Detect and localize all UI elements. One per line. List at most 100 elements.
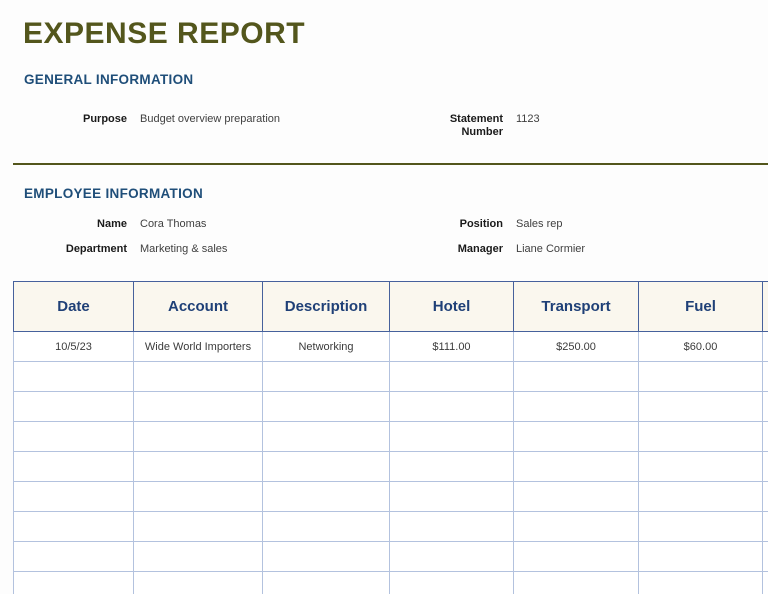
- empty-cell[interactable]: [134, 572, 263, 594]
- empty-cell[interactable]: [134, 392, 263, 422]
- empty-cell[interactable]: [514, 482, 639, 512]
- column-header-date[interactable]: Date: [14, 282, 134, 332]
- empty-cell[interactable]: [390, 362, 514, 392]
- column-header-account[interactable]: Account: [134, 282, 263, 332]
- general-information-section: GENERAL INFORMATION Purpose Budget overv…: [13, 72, 768, 139]
- empty-cell[interactable]: [639, 482, 763, 512]
- empty-cell[interactable]: [390, 452, 514, 482]
- empty-cell[interactable]: [639, 512, 763, 542]
- empty-cell[interactable]: [14, 512, 134, 542]
- name-label: Name: [13, 218, 127, 231]
- empty-cell[interactable]: [514, 512, 639, 542]
- position-value[interactable]: Sales rep: [516, 218, 768, 231]
- empty-cell[interactable]: [514, 542, 639, 572]
- expense-row: 10/5/23 Wide World Importers Networking …: [14, 332, 768, 362]
- page-title: EXPENSE REPORT: [23, 17, 768, 51]
- empty-cell[interactable]: [14, 422, 134, 452]
- empty-cell[interactable]: [763, 452, 768, 482]
- empty-cell[interactable]: [763, 542, 768, 572]
- empty-cell[interactable]: [134, 542, 263, 572]
- empty-cell[interactable]: [763, 512, 768, 542]
- empty-cell[interactable]: [134, 362, 263, 392]
- empty-cell[interactable]: [763, 392, 768, 422]
- empty-cell[interactable]: [390, 572, 514, 594]
- expense-table-body: 10/5/23 Wide World Importers Networking …: [14, 332, 768, 594]
- employee-info-fields: Name Cora Thomas Position Sales rep Depa…: [13, 218, 768, 256]
- empty-cell[interactable]: [263, 542, 390, 572]
- empty-cell[interactable]: [639, 542, 763, 572]
- empty-cell[interactable]: [514, 572, 639, 594]
- empty-cell[interactable]: [390, 482, 514, 512]
- department-label: Department: [13, 243, 127, 256]
- column-header-fuel[interactable]: Fuel: [639, 282, 763, 332]
- empty-cell[interactable]: [14, 482, 134, 512]
- empty-cell[interactable]: [134, 482, 263, 512]
- empty-cell[interactable]: [390, 512, 514, 542]
- column-header-transport[interactable]: Transport: [514, 282, 639, 332]
- cell-account[interactable]: Wide World Importers: [134, 332, 263, 362]
- empty-cell[interactable]: [639, 452, 763, 482]
- expense-report-page: EXPENSE REPORT GENERAL INFORMATION Purpo…: [0, 0, 768, 594]
- empty-cell[interactable]: [134, 512, 263, 542]
- column-header-description[interactable]: Description: [263, 282, 390, 332]
- empty-cell[interactable]: [639, 572, 763, 594]
- empty-cell[interactable]: [514, 392, 639, 422]
- empty-expense-row: [14, 422, 768, 452]
- empty-cell[interactable]: [134, 422, 263, 452]
- empty-cell[interactable]: [514, 362, 639, 392]
- general-info-heading: GENERAL INFORMATION: [24, 72, 768, 87]
- empty-cell[interactable]: [639, 392, 763, 422]
- empty-cell[interactable]: [263, 482, 390, 512]
- purpose-label: Purpose: [13, 113, 127, 139]
- empty-cell[interactable]: [763, 422, 768, 452]
- general-info-fields: Purpose Budget overview preparation Stat…: [13, 113, 768, 139]
- empty-expense-row: [14, 362, 768, 392]
- empty-cell[interactable]: [263, 572, 390, 594]
- statement-number-label: Statement Number: [408, 113, 503, 139]
- empty-cell[interactable]: [763, 362, 768, 392]
- empty-cell[interactable]: [263, 422, 390, 452]
- empty-cell[interactable]: [639, 362, 763, 392]
- empty-cell[interactable]: [14, 392, 134, 422]
- empty-cell[interactable]: [763, 482, 768, 512]
- expense-table-header-row: Date Account Description Hotel Transport…: [14, 282, 768, 332]
- empty-expense-row: [14, 512, 768, 542]
- empty-cell[interactable]: [514, 422, 639, 452]
- expense-table-container: Date Account Description Hotel Transport…: [13, 281, 768, 594]
- empty-cell[interactable]: [390, 542, 514, 572]
- cell-cutoff: [763, 332, 768, 362]
- cell-hotel[interactable]: $111.00: [390, 332, 514, 362]
- empty-cell[interactable]: [14, 452, 134, 482]
- empty-cell[interactable]: [639, 422, 763, 452]
- empty-cell[interactable]: [390, 422, 514, 452]
- section-divider: [13, 163, 768, 165]
- cell-transport[interactable]: $250.00: [514, 332, 639, 362]
- empty-cell[interactable]: [263, 452, 390, 482]
- empty-cell[interactable]: [14, 542, 134, 572]
- column-header-hotel[interactable]: Hotel: [390, 282, 514, 332]
- empty-cell[interactable]: [134, 452, 263, 482]
- cell-fuel[interactable]: $60.00: [639, 332, 763, 362]
- manager-label: Manager: [408, 243, 503, 256]
- statement-number-value[interactable]: 1123: [516, 113, 768, 139]
- employee-info-heading: EMPLOYEE INFORMATION: [24, 186, 768, 201]
- empty-cell[interactable]: [263, 392, 390, 422]
- empty-cell[interactable]: [14, 362, 134, 392]
- purpose-value[interactable]: Budget overview preparation: [140, 113, 395, 139]
- employee-information-section: EMPLOYEE INFORMATION Name Cora Thomas Po…: [13, 186, 768, 256]
- empty-cell[interactable]: [263, 512, 390, 542]
- empty-cell[interactable]: [263, 362, 390, 392]
- empty-expense-row: [14, 452, 768, 482]
- manager-value[interactable]: Liane Cormier: [516, 243, 768, 256]
- cell-description[interactable]: Networking: [263, 332, 390, 362]
- column-header-cutoff: [763, 282, 768, 332]
- empty-cell[interactable]: [514, 452, 639, 482]
- cell-date[interactable]: 10/5/23: [14, 332, 134, 362]
- empty-cell[interactable]: [14, 572, 134, 594]
- department-value[interactable]: Marketing & sales: [140, 243, 395, 256]
- empty-expense-row: [14, 392, 768, 422]
- empty-cell[interactable]: [390, 392, 514, 422]
- empty-expense-row: [14, 482, 768, 512]
- name-value[interactable]: Cora Thomas: [140, 218, 395, 231]
- empty-cell[interactable]: [763, 572, 768, 594]
